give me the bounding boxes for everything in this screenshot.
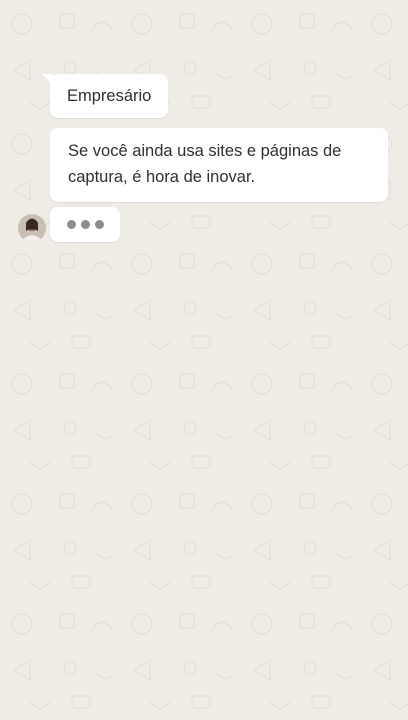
message-text: Se você ainda usa sites e páginas de cap… bbox=[68, 142, 342, 186]
typing-indicator bbox=[50, 207, 120, 242]
message-bubble-sender-name: Empresário bbox=[42, 74, 169, 118]
contact-avatar-photo-icon bbox=[18, 214, 46, 242]
message-text: Empresário bbox=[67, 87, 152, 105]
bubble-tail bbox=[42, 74, 52, 84]
typing-dot bbox=[81, 220, 90, 229]
avatar[interactable] bbox=[18, 214, 46, 242]
typing-dot bbox=[67, 220, 76, 229]
typing-dots bbox=[67, 220, 104, 229]
message-bubble: Se você ainda usa sites e páginas de cap… bbox=[50, 128, 388, 202]
chat-screen: Empresário Se você ainda usa sites e pág… bbox=[0, 0, 408, 720]
typing-dot bbox=[95, 220, 104, 229]
